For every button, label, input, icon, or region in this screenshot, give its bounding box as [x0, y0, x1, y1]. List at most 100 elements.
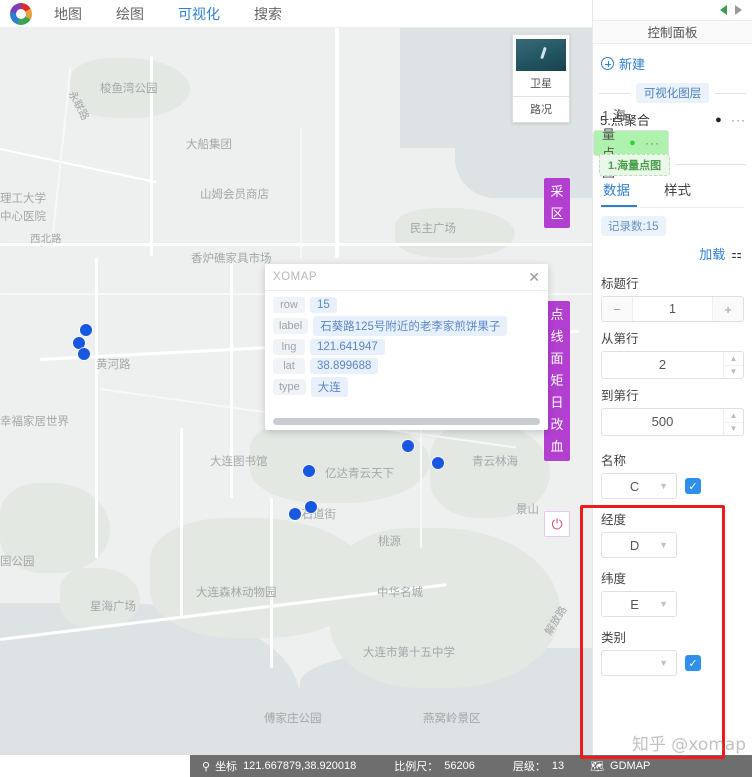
- latitude-field-label: 纬度: [601, 572, 627, 586]
- longitude-column-select[interactable]: D ▼: [601, 532, 677, 558]
- tab-style[interactable]: 样式: [664, 179, 691, 199]
- popup-field-value: 石葵路125号附近的老李家煎饼果子: [313, 316, 508, 336]
- area-tool[interactable]: 区: [544, 203, 570, 225]
- map-label: 民主广场: [410, 221, 456, 235]
- header-row-label: 标题行: [601, 277, 639, 291]
- map-marker[interactable]: [80, 324, 92, 336]
- popup-field-value: 121.641947: [310, 339, 385, 355]
- map-label: 青云林海: [472, 454, 518, 468]
- to-row-input[interactable]: 500 ▲ ▼: [601, 408, 744, 436]
- popup-scrollbar[interactable]: [273, 418, 540, 425]
- map-label: 梭鱼湾公园: [100, 81, 158, 95]
- latitude-column-value: E: [630, 596, 639, 612]
- sliders-icon[interactable]: ⚏: [731, 247, 742, 261]
- map-label: 傅家庄公园: [264, 711, 322, 725]
- to-row-value[interactable]: 500: [602, 409, 723, 435]
- popup-field-row: lat 38.899688: [273, 358, 540, 374]
- map-marker[interactable]: [303, 465, 315, 477]
- map-marker[interactable]: [432, 457, 444, 469]
- scale-label: 比例尺：: [394, 761, 439, 773]
- map-label: 大连市第十五中学: [363, 645, 455, 659]
- layer-menu-icon[interactable]: ···: [645, 136, 660, 150]
- increment-button[interactable]: +: [713, 297, 743, 321]
- satellite-thumbnail-icon[interactable]: [516, 39, 566, 71]
- latitude-column-select[interactable]: E ▼: [601, 591, 677, 617]
- collect-area-toolbar[interactable]: 采 区: [544, 178, 570, 228]
- basemap-switcher[interactable]: 卫星 路况: [512, 34, 570, 123]
- chevron-down-icon: ▼: [659, 481, 668, 491]
- layer-menu-icon[interactable]: ···: [731, 113, 746, 127]
- popup-field-row: label 石葵路125号附近的老李家煎饼果子: [273, 316, 540, 336]
- map-marker[interactable]: [289, 508, 301, 520]
- decrement-button[interactable]: −: [602, 297, 632, 321]
- popup-title: XOMAP: [273, 271, 318, 283]
- zoom-label: 层级：: [512, 761, 546, 773]
- map-marker[interactable]: [305, 501, 317, 513]
- map-provider-name: GDMAP: [610, 760, 651, 772]
- map-marker[interactable]: [78, 348, 90, 360]
- map-label: 国公园: [0, 554, 35, 568]
- from-row-spinner[interactable]: ▲ ▼: [723, 352, 743, 378]
- prev-arrow-icon[interactable]: [720, 5, 727, 15]
- close-icon[interactable]: ✕: [528, 270, 540, 284]
- divider-line: [675, 164, 746, 165]
- new-layer-label: 新建: [619, 57, 646, 72]
- scale-value: 56206: [444, 760, 475, 772]
- nav-item-search[interactable]: 搜索: [254, 0, 282, 28]
- nav-item-draw[interactable]: 绘图: [116, 0, 144, 28]
- popup-header: XOMAP ✕: [265, 264, 548, 291]
- map-label: 西北路: [30, 233, 62, 245]
- header-row-stepper[interactable]: − 1 +: [601, 296, 744, 322]
- name-field-label: 名称: [601, 454, 627, 468]
- popup-field-value: 38.899688: [310, 358, 379, 374]
- category-column-select[interactable]: ▼: [601, 650, 677, 676]
- spinner-up-icon[interactable]: ▲: [724, 409, 743, 423]
- spinner-down-icon[interactable]: ▼: [724, 423, 743, 436]
- xomap-logo-icon: [10, 2, 32, 25]
- map-marker[interactable]: [402, 440, 414, 452]
- next-arrow-icon[interactable]: [735, 5, 742, 15]
- app-root: 地图 绘图 可视化 搜索 梭鱼湾公园 大船集团 山姆会员商店 理工大学 中心医院…: [0, 0, 752, 777]
- spinner-up-icon[interactable]: ▲: [724, 352, 743, 366]
- from-row-input[interactable]: 2 ▲ ▼: [601, 351, 744, 379]
- zoom-value: 13: [551, 760, 565, 772]
- chevron-down-icon: ▼: [659, 599, 668, 609]
- nav-item-map[interactable]: 地图: [54, 0, 82, 28]
- bulb-on-icon[interactable]: ●: [627, 137, 638, 149]
- header-row-value[interactable]: 1: [632, 297, 713, 321]
- spinner-down-icon[interactable]: ▼: [724, 366, 743, 379]
- to-row-spinner[interactable]: ▲ ▼: [723, 409, 743, 435]
- bulb-off-icon[interactable]: ●: [713, 114, 724, 126]
- basemap-satellite-label[interactable]: 卫星: [513, 71, 569, 96]
- name-column-select[interactable]: C ▼: [601, 473, 677, 499]
- divider-line: [599, 92, 630, 94]
- power-toggle-button[interactable]: ⏻: [544, 511, 570, 537]
- tab-data[interactable]: 数据: [603, 179, 630, 199]
- map-label: 亿达青云天下: [325, 466, 394, 480]
- nav-item-visualize[interactable]: 可视化: [178, 0, 220, 28]
- delete-tool[interactable]: 血: [544, 436, 570, 458]
- panel-title: 控制面板: [593, 20, 752, 44]
- category-field-checkbox[interactable]: ✓: [685, 655, 701, 671]
- record-count-badge: 记录数:15: [601, 216, 666, 236]
- layer-row-mass-points[interactable]: 1.海量点图 ● ···: [593, 108, 669, 180]
- popup-field-key: row: [273, 297, 305, 313]
- chevron-down-icon: ▼: [659, 540, 668, 550]
- popup-field-key: label: [273, 318, 309, 334]
- collect-tool[interactable]: 采: [544, 181, 570, 203]
- feature-info-popup: XOMAP ✕ row 15 label 石葵路125号附近的老李家煎饼果子 l…: [265, 264, 548, 430]
- map-label: 桃源: [378, 534, 401, 548]
- basemap-traffic-label[interactable]: 路况: [513, 96, 569, 122]
- popup-body: row 15 label 石葵路125号附近的老李家煎饼果子 lng 121.6…: [265, 291, 548, 415]
- from-row-value[interactable]: 2: [602, 352, 723, 378]
- new-layer-button[interactable]: 新建: [593, 44, 752, 81]
- map-label: 景山: [516, 502, 539, 516]
- map-label: 黄河路: [96, 357, 131, 371]
- name-field-checkbox[interactable]: ✓: [685, 478, 701, 494]
- map-canvas[interactable]: 梭鱼湾公园 大船集团 山姆会员商店 理工大学 中心医院 西北路 香炉礁家具市场 …: [0, 28, 592, 755]
- load-button[interactable]: 加载: [699, 244, 725, 263]
- popup-field-key: type: [273, 379, 306, 395]
- map-label: 香炉礁家具市场: [191, 251, 272, 265]
- popup-field-row: lng 121.641947: [273, 339, 540, 355]
- chevron-down-icon: ▼: [659, 658, 668, 668]
